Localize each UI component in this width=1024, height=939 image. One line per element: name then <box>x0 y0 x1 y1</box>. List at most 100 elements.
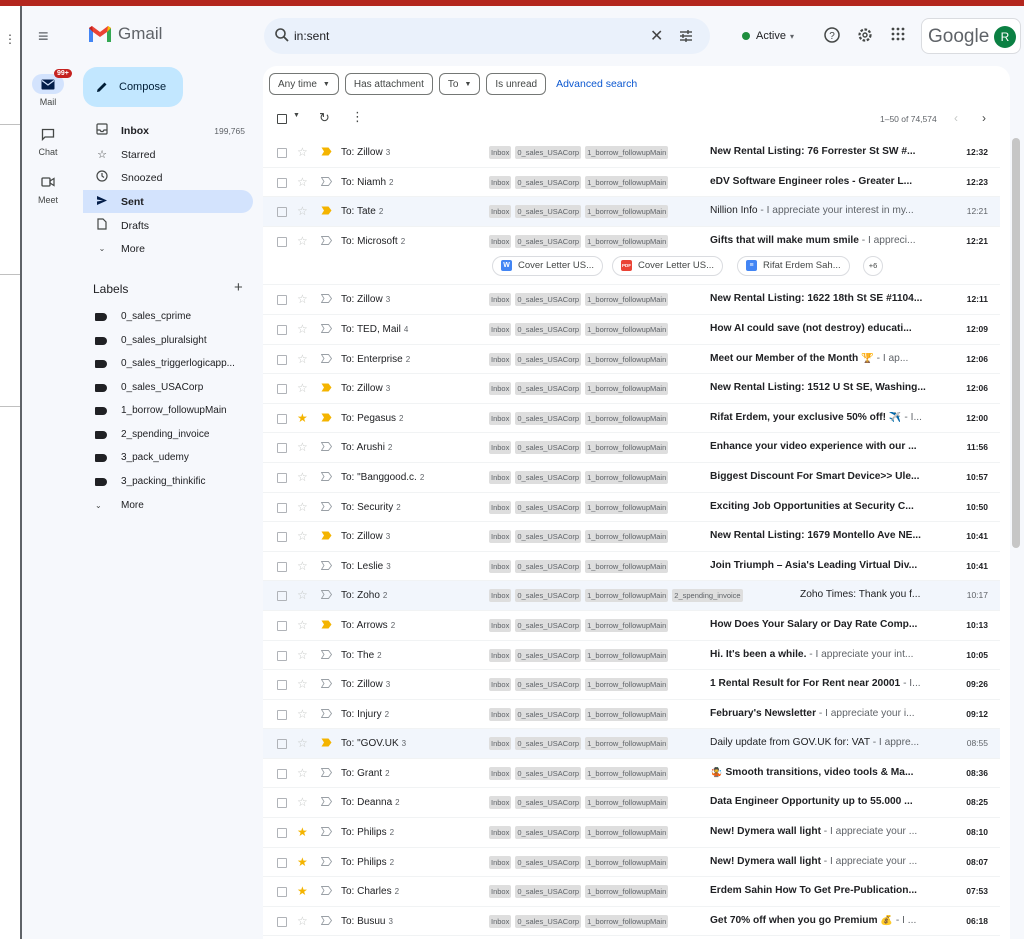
row-checkbox[interactable] <box>277 413 287 424</box>
sidebar-item-snoozed[interactable]: Snoozed <box>83 166 253 189</box>
label-chip[interactable]: 1_borrow_followupMain <box>585 914 669 928</box>
row-checkbox[interactable] <box>277 148 287 158</box>
chevron-left-icon[interactable]: ‹ <box>954 111 958 125</box>
label-item[interactable]: 0_sales_triggerlogicapp... <box>83 352 253 375</box>
label-item[interactable]: 0_sales_USACorp <box>83 376 253 399</box>
row-checkbox[interactable] <box>277 177 287 188</box>
scrollbar-thumb[interactable] <box>1012 138 1020 548</box>
label-chip[interactable]: 0_sales_USACorp <box>515 796 582 810</box>
label-chip[interactable]: Inbox <box>489 382 512 396</box>
importance-marker-icon[interactable] <box>321 886 332 896</box>
table-row[interactable]: ☆ To: Zillow 3 Inbox 0_sales_USACorp 1_borrow… <box>263 374 1000 404</box>
row-checkbox[interactable] <box>277 709 287 720</box>
row-checkbox[interactable] <box>277 798 287 809</box>
table-row[interactable]: ★ To: Pegasus 2 Inbox 0_sales_USACorp 1_borro… <box>263 403 1000 434</box>
label-chip[interactable]: 1_borrow_followupMain <box>585 530 669 544</box>
label-chip[interactable]: 1_borrow_followupMain <box>585 175 669 189</box>
table-row[interactable]: ☆ To: Enterprise 2 Inbox 0_sales_USACorp 1_bo… <box>263 344 1000 375</box>
row-checkbox[interactable] <box>277 857 287 868</box>
label-chip[interactable]: 1_borrow_followupMain <box>585 470 669 484</box>
label-chip[interactable]: Inbox <box>489 293 512 307</box>
label-chip[interactable]: 1_borrow_followupMain <box>585 826 669 840</box>
select-dropdown-icon[interactable]: ▼ <box>293 112 300 119</box>
table-row[interactable]: ★ To: Philips 2 Inbox 0_sales_USACorp 1_borro… <box>263 847 1000 878</box>
select-all-checkbox[interactable] <box>277 114 287 124</box>
table-row[interactable]: ☆ To: Zillow 3 Inbox 0_sales_USACorp 1_borrow… <box>263 670 1000 700</box>
clear-search-icon[interactable]: ✕ <box>650 26 663 46</box>
label-chip[interactable]: Inbox <box>489 559 512 573</box>
label-chip[interactable]: 0_sales_USACorp <box>515 175 582 189</box>
importance-marker-icon[interactable] <box>321 620 332 629</box>
label-chip[interactable]: Inbox <box>489 796 512 810</box>
label-chip[interactable]: 0_sales_USACorp <box>515 411 582 425</box>
label-chip[interactable]: 1_borrow_followupMain <box>585 441 669 455</box>
label-chip[interactable]: 0_sales_USACorp <box>515 885 582 899</box>
label-chip[interactable]: 1_borrow_followupMain <box>585 234 669 248</box>
label-chip[interactable]: 0_sales_USACorp <box>515 470 582 484</box>
importance-marker-icon[interactable] <box>321 590 332 600</box>
account-switcher[interactable]: Google R <box>921 18 1021 54</box>
table-row[interactable]: ☆ To: TED, Mail 4 Inbox 0_sales_USACorp 1_bor… <box>263 314 1000 345</box>
label-chip[interactable]: Inbox <box>489 500 512 514</box>
label-chip[interactable]: 2_spending_invoice <box>672 589 743 603</box>
label-chip[interactable]: 0_sales_USACorp <box>515 234 582 248</box>
star-outline-icon[interactable]: ☆ <box>297 795 308 809</box>
label-chip[interactable]: Inbox <box>489 766 512 780</box>
label-chip[interactable]: Inbox <box>489 707 512 721</box>
star-filled-icon[interactable]: ★ <box>297 825 308 839</box>
row-checkbox[interactable] <box>277 916 287 927</box>
importance-marker-icon[interactable] <box>321 738 332 747</box>
label-chip[interactable]: Inbox <box>489 589 512 603</box>
label-chip[interactable]: 0_sales_USACorp <box>515 559 582 573</box>
label-chip[interactable]: Inbox <box>489 678 512 692</box>
label-chip[interactable]: 0_sales_USACorp <box>515 648 582 662</box>
table-row[interactable]: ☆ To: Arrows 2 Inbox 0_sales_USACorp 1_borrow… <box>263 610 1000 641</box>
label-item[interactable]: 3_packing_thinkific <box>83 470 253 493</box>
row-checkbox[interactable] <box>277 384 287 395</box>
label-chip[interactable]: Inbox <box>489 411 512 425</box>
table-row[interactable]: ☆ To: Zillow 3 Inbox 0_sales_USACorp 1_borrow… <box>263 138 1000 168</box>
row-checkbox[interactable] <box>277 207 287 218</box>
label-chip[interactable]: 1_borrow_followupMain <box>585 707 669 721</box>
label-chip[interactable]: 1_borrow_followupMain <box>585 146 669 159</box>
star-outline-icon[interactable]: ☆ <box>297 559 308 573</box>
label-chip[interactable]: Inbox <box>489 234 512 248</box>
label-chip[interactable]: 0_sales_USACorp <box>515 530 582 544</box>
filter-has-attachment[interactable]: Has attachment <box>344 73 433 95</box>
label-chip[interactable]: 1_borrow_followupMain <box>585 766 669 780</box>
star-outline-icon[interactable]: ☆ <box>297 204 308 218</box>
sidebar-item-starred[interactable]: ☆ Starred <box>83 143 253 166</box>
sidebar-item-more[interactable]: ⌄ More <box>83 237 253 260</box>
importance-marker-icon[interactable] <box>321 560 332 570</box>
settings-gear-icon[interactable] <box>855 26 875 46</box>
rail-meet[interactable]: Meet <box>24 172 72 205</box>
star-outline-icon[interactable]: ☆ <box>297 677 308 691</box>
table-row[interactable]: ☆ To: Zillow 3 Inbox 0_sales_USACorp 1_borrow… <box>263 285 1000 315</box>
importance-marker-icon[interactable] <box>321 856 332 866</box>
avatar[interactable]: R <box>994 26 1016 48</box>
row-checkbox[interactable] <box>277 502 287 513</box>
importance-marker-icon[interactable] <box>321 471 332 481</box>
importance-marker-icon[interactable] <box>321 147 332 156</box>
label-chip[interactable]: Inbox <box>489 885 512 899</box>
label-chip[interactable]: 0_sales_USACorp <box>515 382 582 396</box>
label-chip[interactable]: 0_sales_USACorp <box>515 855 582 869</box>
label-chip[interactable]: 0_sales_USACorp <box>515 766 582 780</box>
label-item[interactable]: 0_sales_cprime <box>83 305 253 328</box>
label-item[interactable]: 1_borrow_followupMain <box>83 399 253 422</box>
star-filled-icon[interactable]: ★ <box>297 884 308 898</box>
importance-marker-icon[interactable] <box>321 531 332 540</box>
sidebar-item-drafts[interactable]: Drafts <box>83 214 253 237</box>
label-chip[interactable]: Inbox <box>489 530 512 544</box>
star-outline-icon[interactable]: ☆ <box>297 736 308 750</box>
star-outline-icon[interactable]: ☆ <box>297 145 308 159</box>
label-chip[interactable]: 0_sales_USACorp <box>515 352 582 366</box>
importance-marker-icon[interactable] <box>321 797 332 807</box>
label-chip[interactable]: Inbox <box>489 855 512 869</box>
table-row[interactable]: ☆ To: Grant 2 Inbox 0_sales_USACorp 1_borrow_… <box>263 758 1000 789</box>
row-checkbox[interactable] <box>277 739 287 750</box>
label-chip[interactable]: 0_sales_USACorp <box>515 678 582 692</box>
main-menu-icon[interactable]: ≡ <box>38 26 58 46</box>
label-chip[interactable]: 1_borrow_followupMain <box>585 796 669 810</box>
label-chip[interactable]: 1_borrow_followupMain <box>585 589 669 603</box>
